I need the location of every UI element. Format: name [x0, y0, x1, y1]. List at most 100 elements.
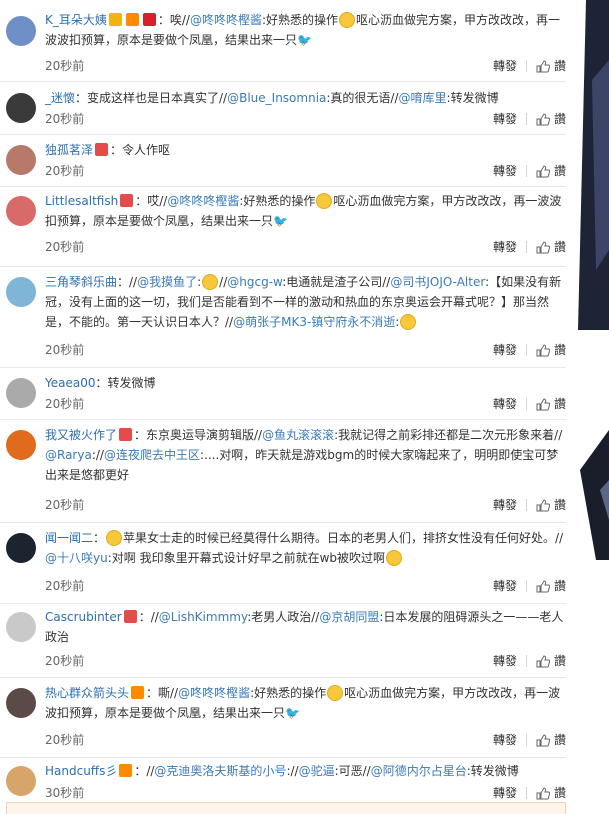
avatar[interactable]	[6, 430, 36, 460]
like-button[interactable]: 讚	[536, 343, 566, 357]
like-button[interactable]: 讚	[536, 498, 566, 512]
repost-button[interactable]: 轉發	[493, 579, 517, 593]
repost-button[interactable]: 轉發	[493, 654, 517, 668]
repost-button[interactable]: 轉發	[493, 59, 517, 73]
avatar[interactable]	[6, 766, 36, 796]
like-button[interactable]: 讚	[536, 397, 566, 411]
mention-link[interactable]: @LishKimmmy	[159, 610, 247, 624]
like-button[interactable]: 讚	[536, 733, 566, 747]
username[interactable]: 独孤茗泽	[45, 143, 93, 157]
like-button[interactable]: 讚	[536, 112, 566, 126]
mention-link[interactable]: @萌张子MK3-镇守府永不消逝	[233, 315, 395, 329]
username[interactable]: Cascrubinter	[45, 610, 122, 624]
vip-icon	[108, 13, 122, 26]
like-button[interactable]: 讚	[536, 164, 566, 178]
like-button[interactable]: 讚	[536, 240, 566, 254]
mention-link[interactable]: @唷库里	[399, 91, 447, 105]
mention-link[interactable]: @Rarya	[45, 448, 92, 462]
mention-link[interactable]: @Blue_Insomnia	[227, 91, 326, 105]
username[interactable]: 我又被火作了	[45, 428, 117, 442]
comment-actions: 轉發 讚	[493, 112, 566, 126]
avatar[interactable]	[6, 533, 36, 563]
comment-text: Cascrubinter ：//@LishKimmmy:老男人政治//@京胡同盟:…	[45, 607, 565, 647]
like-button[interactable]: 讚	[536, 654, 566, 668]
repost-button[interactable]: 轉發	[493, 112, 517, 126]
mention-link[interactable]: @克迪奥洛夫斯基的小号	[154, 764, 286, 778]
avatar[interactable]	[6, 612, 36, 642]
avatar[interactable]	[6, 93, 36, 123]
repost-button[interactable]: 轉發	[493, 733, 517, 747]
mention-link[interactable]: @京胡同盟	[319, 610, 379, 624]
username[interactable]: 热心群众箭头头	[45, 686, 129, 700]
mention-link[interactable]: @驼逼	[299, 764, 335, 778]
thumbs-up-icon	[536, 164, 550, 177]
username[interactable]: Yeaea00	[45, 376, 95, 390]
comment-item: _迷懷：变成这样也是日本真实了//@Blue_Insomnia:真的很无语//@…	[0, 82, 566, 135]
avatar[interactable]	[6, 16, 36, 46]
username[interactable]: K_耳朵大姨	[45, 13, 107, 27]
like-label: 讚	[553, 786, 566, 800]
mention-link[interactable]: @hgcg-w	[227, 275, 282, 289]
background-artwork	[566, 0, 609, 814]
thumbs-up-icon	[536, 654, 550, 667]
comment-actions: 轉發 讚	[493, 164, 566, 178]
thumbs-up-icon	[536, 579, 550, 592]
repost-button[interactable]: 轉發	[493, 343, 517, 357]
mention-link[interactable]: @鱼丸滚滚滚	[262, 428, 334, 442]
comment-item: Yeaea00：转发微博 20秒前 轉發 讚	[0, 368, 566, 420]
comment-body-text: 🐦	[285, 706, 300, 720]
repost-button[interactable]: 轉發	[493, 164, 517, 178]
comment-item: 我又被火作了 ：东京奥运导演剪辑版//@鱼丸滚滚滚:我就记得之前彩排还都是二次元形…	[0, 420, 566, 523]
comment-item: K_耳朵大姨 ：唉//@咚咚咚樫酱:好熟悉的操作 呕心沥血做完方案，甲方改改改，再一…	[0, 0, 566, 82]
mention-link[interactable]: @阿德内尔占星台	[371, 764, 467, 778]
repost-button[interactable]: 轉發	[493, 240, 517, 254]
like-button[interactable]: 讚	[536, 59, 566, 73]
timestamp: 20秒前	[45, 397, 85, 411]
like-label: 讚	[553, 343, 566, 357]
repost-button[interactable]: 轉發	[493, 397, 517, 411]
comment-body-text: 🐦	[297, 33, 312, 47]
like-label: 讚	[553, 59, 566, 73]
mention-link[interactable]: @咚咚咚樫酱	[178, 686, 250, 700]
comment-item: 独孤茗泽 ：令人作呕 20秒前 轉發 讚	[0, 135, 566, 187]
avatar[interactable]	[6, 145, 36, 175]
comment-body-text: :我就记得之前彩排还都是二次元形象来着//	[334, 428, 563, 442]
username[interactable]: 闻一闻二	[45, 531, 93, 545]
username[interactable]: _迷懷	[45, 91, 75, 105]
avatar[interactable]	[6, 277, 36, 307]
emoji-icon	[327, 685, 344, 701]
comment-body-text: :好熟悉的操作	[261, 13, 339, 27]
comment-body-text: :转发微博	[446, 91, 499, 105]
comment-actions: 轉發 讚	[493, 654, 566, 668]
avatar[interactable]	[6, 378, 36, 408]
thumbs-up-icon	[536, 498, 550, 511]
comment-body-text: ://	[286, 764, 299, 778]
comment-text: Handcuffs彡 ：//@克迪奥洛夫斯基的小号://@驼逼:可恶//@阿德内尔…	[45, 761, 565, 781]
avatar[interactable]	[6, 196, 36, 226]
timestamp: 20秒前	[45, 654, 85, 668]
comment-actions: 轉發 讚	[493, 397, 566, 411]
mention-link[interactable]: @我摸鱼了	[137, 275, 197, 289]
like-button[interactable]: 讚	[536, 786, 566, 800]
mention-link[interactable]: @咚咚咚樫酱	[167, 194, 239, 208]
mention-link[interactable]: @咚咚咚樫酱	[190, 13, 262, 27]
avatar[interactable]	[6, 688, 36, 718]
comment-actions: 轉發 讚	[493, 240, 566, 254]
timestamp: 30秒前	[45, 786, 85, 800]
like-button[interactable]: 讚	[536, 579, 566, 593]
mention-link[interactable]: @连夜爬去中王区	[104, 448, 200, 462]
mention-link[interactable]: @司书JOJO-Alter	[390, 275, 485, 289]
comment-text: Yeaea00：转发微博	[45, 373, 565, 393]
repost-button[interactable]: 轉發	[493, 786, 517, 800]
username[interactable]: 三角琴斜乐曲	[45, 275, 117, 289]
load-more-bar[interactable]	[6, 802, 566, 814]
mention-link[interactable]: @十八咲yu	[45, 551, 108, 565]
comment-body-text: 苹果女士走的时候已经莫得什么期待。日本的老男人们，排挤女性没有任何好处。//	[123, 531, 564, 545]
like-label: 讚	[553, 397, 566, 411]
comment-actions: 轉發 讚	[493, 579, 566, 593]
repost-button[interactable]: 轉發	[493, 498, 517, 512]
comment-body-text: ://	[91, 448, 104, 462]
username[interactable]: Littlesaltfish	[45, 194, 118, 208]
username[interactable]: Handcuffs彡	[45, 764, 117, 778]
comment-item: 热心群众箭头头 ：嘶//@咚咚咚樫酱:好熟悉的操作 呕心沥血做完方案，甲方改改改，再…	[0, 678, 566, 758]
